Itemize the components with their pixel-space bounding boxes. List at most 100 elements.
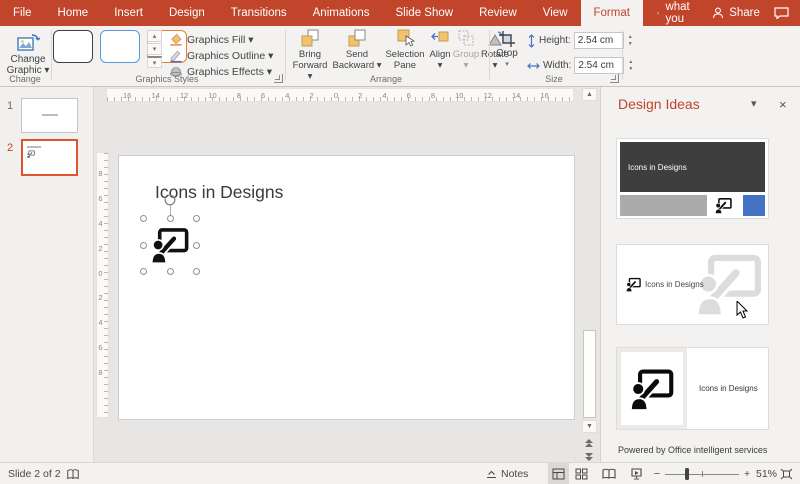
rotate-handle[interactable] [164, 194, 176, 206]
resize-handle-n[interactable] [167, 215, 174, 222]
resize-handle-e[interactable] [193, 242, 200, 249]
next-slide-button[interactable] [584, 452, 594, 462]
zoom-in-button[interactable]: + [744, 463, 750, 484]
resize-handle-ne[interactable] [193, 215, 200, 222]
card-1-title: Icons in Designs [620, 163, 687, 172]
design-idea-card-2[interactable]: Icons in Designs [616, 244, 769, 325]
hruler-number: 6 [407, 91, 411, 100]
card-2-watermark-icon [696, 251, 762, 317]
ribbon-tab-design[interactable]: Design [156, 0, 218, 26]
graphics-fill-icon [169, 33, 183, 47]
zoom-level[interactable]: 51% [756, 463, 777, 484]
resize-handle-s[interactable] [167, 268, 174, 275]
ribbon-tab-review[interactable]: Review [466, 0, 530, 26]
ribbon-tab-format[interactable]: Format [581, 0, 643, 26]
ribbon-tab-home[interactable]: Home [45, 0, 102, 26]
ribbon-tab-view[interactable]: View [530, 0, 581, 26]
tell-me-box[interactable]: Tell me what you want to do [643, 0, 712, 26]
vertical-ruler: 864202468 [96, 152, 109, 418]
slide-sorter-button[interactable] [575, 463, 588, 484]
graphics-outline-button[interactable]: Graphics Outline ▾ [169, 47, 273, 64]
graphics-styles-dialog-launcher[interactable] [274, 74, 283, 83]
design-idea-card-1[interactable]: Icons in Designs [616, 138, 769, 219]
graphics-outline-label: Graphics Outline ▾ [187, 50, 273, 62]
slide-editing-surface[interactable]: Icons in Designs [118, 155, 575, 420]
powerpoint-window: FileHomeInsertDesignTransitionsAnimation… [0, 0, 800, 484]
change-graphic-icon [16, 30, 40, 54]
graphics-style-swatch-style-black[interactable] [53, 30, 93, 63]
pane-close-icon[interactable]: × [779, 97, 787, 112]
hruler-number: 2 [358, 91, 362, 100]
crop-label: Crop [496, 48, 518, 59]
crop-button[interactable]: Crop ▾ [493, 30, 521, 70]
normal-view-icon [552, 468, 565, 480]
selected-graphic[interactable] [143, 218, 197, 272]
horizontal-ruler: 1614121086420246810121416 [106, 88, 574, 102]
hruler-number: 10 [208, 91, 216, 100]
vruler-number: 0 [98, 269, 102, 278]
fit-slide-button[interactable] [780, 463, 793, 484]
pane-menu-chevron-icon[interactable]: ▾ [751, 97, 757, 110]
align-button[interactable]: Align▾ [427, 28, 453, 80]
scroll-down-button[interactable]: ▼ [582, 420, 597, 433]
scroll-up-button[interactable]: ▲ [582, 88, 597, 101]
graphics-style-swatch-style-blue[interactable] [100, 30, 140, 63]
resize-handle-w[interactable] [140, 242, 147, 249]
gallery-more-button[interactable]: ▾ [147, 56, 162, 68]
hruler-number: 12 [180, 91, 188, 100]
slide-indicator[interactable]: Slide 2 of 2 [8, 463, 61, 484]
resize-handle-sw[interactable] [140, 268, 147, 275]
selection-pane-icon [395, 28, 415, 48]
hruler-number: 4 [382, 91, 386, 100]
bring-forward-button[interactable]: BringForward ▾ [289, 28, 331, 80]
resize-handle-se[interactable] [193, 268, 200, 275]
zoom-slider[interactable] [665, 463, 739, 484]
selection-pane-label: Pane [394, 60, 416, 71]
zoom-out-button[interactable]: − [654, 463, 660, 484]
gallery-scroll-up[interactable]: ▴ [147, 30, 162, 42]
ribbon-tab-animations[interactable]: Animations [300, 0, 383, 26]
gallery-scroll-down[interactable]: ▾ [147, 43, 162, 55]
send-backward-button[interactable]: SendBackward ▾ [331, 28, 383, 80]
send-backward-icon [347, 28, 367, 48]
vruler-number: 8 [98, 368, 102, 377]
design-idea-card-3[interactable]: Icons in Designs [616, 347, 769, 430]
ribbon-tab-slide-show[interactable]: Slide Show [383, 0, 467, 26]
previous-slide-button[interactable] [584, 438, 594, 448]
comment-icon[interactable] [774, 7, 789, 19]
slide-1-thumbnail[interactable] [21, 98, 78, 133]
graphics-fill-button[interactable]: Graphics Fill ▾ [169, 31, 254, 48]
presenter-graphic-icon[interactable] [151, 226, 189, 264]
ribbon-tab-file[interactable]: File [0, 0, 45, 26]
notes-icon [486, 469, 497, 479]
ribbon-tab-insert[interactable]: Insert [101, 0, 156, 26]
scrollbar-thumb[interactable] [583, 330, 596, 418]
width-input[interactable] [574, 57, 624, 74]
spell-check-icon[interactable] [66, 463, 80, 484]
zoom-slider-thumb[interactable] [685, 468, 689, 480]
change-graphic-button[interactable]: Change Graphic ▾ [6, 30, 50, 76]
fit-slide-icon [780, 468, 793, 480]
change-graphic-label: Change [10, 54, 45, 65]
slide-2-thumbnail[interactable] [21, 139, 78, 176]
height-spinner[interactable]: ▲▼ [628, 35, 633, 47]
resize-handle-nw[interactable] [140, 215, 147, 222]
ribbon-tab-transitions[interactable]: Transitions [218, 0, 300, 26]
width-spinner[interactable]: ▲▼ [628, 60, 633, 72]
normal-view-button[interactable] [548, 463, 569, 484]
share-button[interactable]: Share [712, 7, 760, 19]
reading-view-button[interactable] [602, 463, 616, 484]
lightbulb-icon [657, 7, 660, 20]
slide-2-number: 2 [7, 142, 13, 154]
card-1-blue-shape [743, 195, 765, 216]
card-2-title: Icons in Designs [645, 280, 704, 289]
selection-pane-button[interactable]: SelectionPane [383, 28, 427, 80]
notes-button[interactable]: Notes [486, 463, 528, 484]
height-input[interactable] [574, 32, 624, 49]
notes-label: Notes [501, 468, 528, 480]
status-bar: Slide 2 of 2 Notes − + 51% [0, 462, 800, 484]
slideshow-button[interactable] [630, 463, 643, 484]
size-dialog-launcher[interactable] [610, 74, 619, 83]
group-label: Group [453, 49, 479, 60]
slide-1-number: 1 [7, 100, 13, 112]
